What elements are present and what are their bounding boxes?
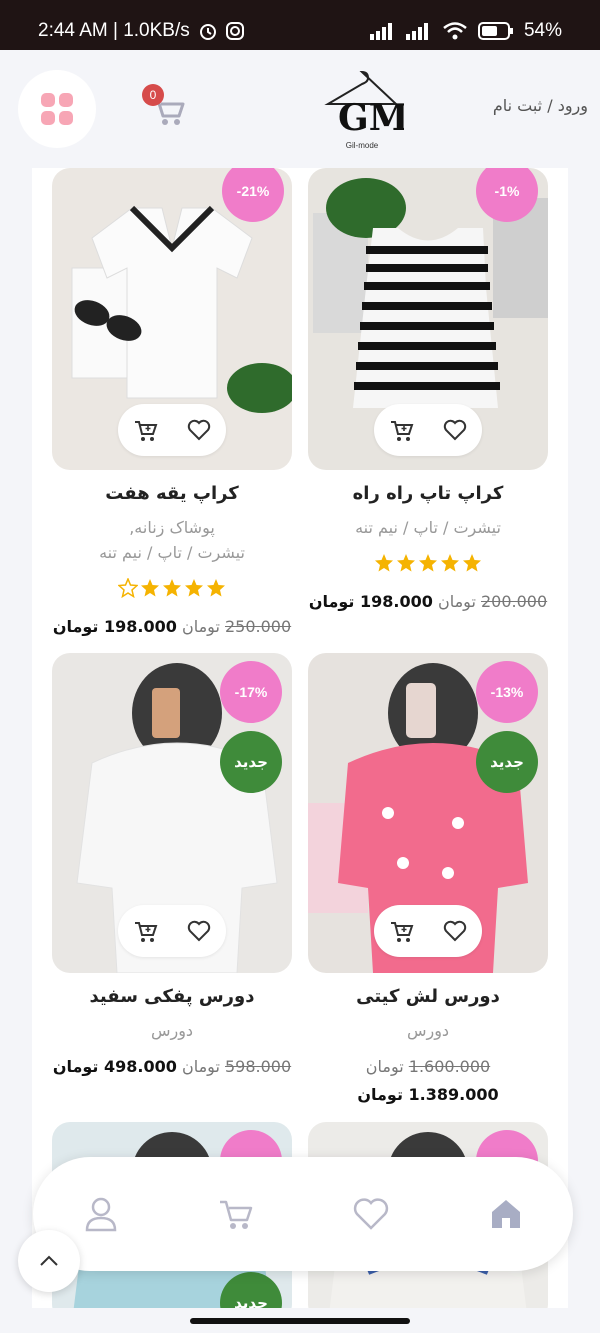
logo-text: Gil-mode	[346, 141, 379, 150]
alarm-icon	[199, 24, 216, 40]
home-icon[interactable]	[486, 1194, 526, 1234]
product-actions	[374, 404, 482, 456]
product-categories: دورس	[308, 1018, 548, 1043]
cart-icon[interactable]	[216, 1194, 256, 1234]
old-price-block: 1.600.000 تومان	[308, 1053, 548, 1081]
category-line-1[interactable]: تیشرت / تاپ / نیم تنه	[308, 515, 548, 540]
product-title[interactable]: کراپ تاپ راه راه	[308, 483, 548, 504]
product-price: 598.000 تومان 498.000 تومان	[52, 1053, 292, 1081]
rating-stars	[308, 553, 548, 573]
star-icon	[419, 554, 437, 572]
star-icon	[141, 579, 159, 597]
old-price-block: 250.000 تومان	[182, 617, 291, 636]
product-actions	[118, 404, 226, 456]
old-price-currency: تومان	[181, 617, 220, 636]
star-icon	[463, 554, 481, 572]
heart-icon[interactable]	[351, 1194, 391, 1234]
star-icon	[397, 554, 415, 572]
grid-menu-icon	[41, 93, 73, 125]
product-title[interactable]: دورس لش کیتی	[308, 986, 548, 1007]
status-right: 54%	[369, 20, 562, 42]
product-actions	[118, 905, 226, 957]
old-price-currency: تومان	[365, 1057, 404, 1076]
star-icon	[441, 554, 459, 572]
sale-price: 198.000 تومان	[308, 592, 433, 611]
cart-count-badge: 0	[142, 84, 164, 106]
add-to-cart-icon[interactable]	[132, 417, 158, 443]
battery-icon	[477, 22, 513, 40]
discount-badge: -17%	[220, 661, 282, 723]
home-indicator	[190, 1318, 410, 1324]
category-line-2[interactable]: تیشرت / تاپ / نیم تنه	[52, 540, 292, 565]
old-price-block: 598.000 تومان	[182, 1057, 291, 1076]
product-actions	[374, 905, 482, 957]
star-half-icon	[118, 578, 138, 598]
menu-button[interactable]	[18, 70, 96, 148]
product-price: 250.000 تومان 198.000 تومان	[52, 613, 292, 641]
site-header: 0 GM Gil-mode ورود / ثبت نام	[0, 50, 600, 168]
star-icon	[207, 579, 225, 597]
star-icon	[375, 554, 393, 572]
star-icon	[163, 579, 181, 597]
wifi-icon	[443, 22, 467, 40]
wishlist-heart-icon[interactable]	[442, 918, 468, 944]
product-price: 1.600.000 تومان 1.389.000 تومان	[308, 1053, 548, 1109]
old-price-currency: تومان	[181, 1057, 220, 1076]
add-to-cart-icon[interactable]	[132, 918, 158, 944]
signal-icon-2	[405, 23, 428, 40]
wishlist-heart-icon[interactable]	[186, 417, 212, 443]
product-categories: دورس	[52, 1018, 292, 1043]
old-price: 1.600.000	[408, 1057, 491, 1076]
wishlist-heart-icon[interactable]	[442, 417, 468, 443]
status-left: 2:44 AM | 1.0KB/s	[38, 20, 244, 42]
product-title[interactable]: دورس پفکی سفید	[52, 986, 292, 1007]
status-time: 2:44 AM | 1.0KB/s	[38, 20, 190, 41]
old-price: 598.000	[225, 1057, 292, 1076]
status-bar: 2:44 AM | 1.0KB/s 54%	[0, 0, 600, 50]
old-price-block: 200.000 تومان	[438, 592, 547, 611]
product-title[interactable]: کراپ یقه هفت	[52, 483, 292, 504]
bottom-navigation	[33, 1157, 573, 1271]
auth-links[interactable]: ورود / ثبت نام	[493, 96, 588, 115]
user-icon[interactable]	[81, 1194, 121, 1234]
signal-icon	[369, 23, 392, 40]
product-price: 200.000 تومان 198.000 تومان	[308, 588, 548, 616]
site-logo[interactable]: GM Gil-mode	[320, 68, 409, 152]
old-price-currency: تومان	[437, 592, 476, 611]
rating-stars	[52, 578, 292, 598]
product-grid: -21% کراپ یقه هفت پوشاک زنانه, تیشرت / ت…	[32, 168, 568, 1308]
sale-price: 1.389.000 تومان	[357, 1085, 499, 1104]
discount-badge: -13%	[476, 661, 538, 723]
category-line-1[interactable]: پوشاک زنانه,	[52, 515, 292, 540]
new-badge: جدید	[220, 731, 282, 793]
category-line-1[interactable]: دورس	[308, 1018, 548, 1043]
scroll-to-top-button[interactable]	[18, 1230, 80, 1292]
sale-price: 498.000 تومان	[52, 1057, 177, 1076]
header-cart-button[interactable]: 0	[142, 84, 188, 130]
product-categories: تیشرت / تاپ / نیم تنه	[308, 515, 548, 540]
new-badge: جدید	[476, 731, 538, 793]
svg-text:GM: GM	[338, 97, 404, 139]
add-to-cart-icon[interactable]	[388, 918, 414, 944]
add-to-cart-icon[interactable]	[388, 417, 414, 443]
old-price: 250.000	[225, 617, 292, 636]
instagram-icon	[225, 22, 244, 40]
category-line-1[interactable]: دورس	[52, 1018, 292, 1043]
old-price: 200.000	[481, 592, 548, 611]
star-icon	[185, 579, 203, 597]
wishlist-heart-icon[interactable]	[186, 918, 212, 944]
chevron-up-icon	[40, 1255, 58, 1266]
logo-hanger-icon: GM Gil-mode	[324, 70, 409, 150]
product-categories: پوشاک زنانه, تیشرت / تاپ / نیم تنه	[52, 515, 292, 565]
sale-price: 198.000 تومان	[52, 617, 177, 636]
battery-level: 54%	[523, 20, 562, 41]
